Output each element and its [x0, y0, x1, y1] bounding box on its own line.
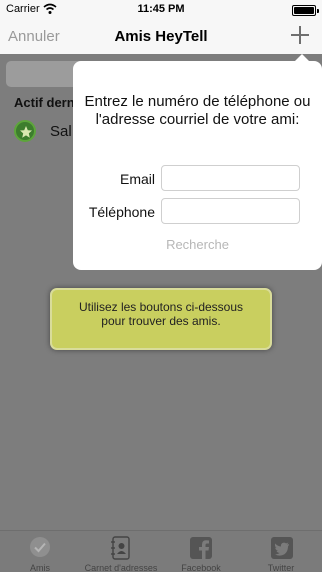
search-button[interactable]: Recherche [73, 237, 322, 252]
navigation-bar: Annuler Amis HeyTell [0, 20, 322, 54]
plus-icon[interactable] [290, 25, 310, 45]
facebook-icon [190, 537, 212, 559]
clock: 11:45 PM [137, 3, 185, 15]
hint-text: Utilisez les boutons ci-dessous pour tro… [78, 300, 244, 328]
tab-label-twitter: Twitter [267, 563, 295, 572]
tab-address-book[interactable]: Carnet d'adresses [80, 531, 162, 572]
star-icon [14, 120, 36, 142]
tab-label-facebook: Facebook [181, 563, 221, 572]
address-book-icon [111, 536, 130, 560]
battery-icon [292, 5, 319, 16]
tab-bar: Amis Carnet d'adresses Facebook Twitter [0, 530, 322, 572]
friend-name: Sal [50, 123, 72, 140]
email-label: Email [119, 171, 155, 187]
tab-facebook[interactable]: Facebook [162, 531, 240, 572]
email-field[interactable] [161, 165, 300, 191]
page-title: Amis HeyTell [114, 28, 208, 45]
tab-twitter[interactable]: Twitter [240, 531, 322, 572]
section-header-recent: Actif derni [14, 95, 79, 110]
status-bar: Carrier 11:45 PM [0, 0, 322, 20]
add-friend-prompt: Entrez le numéro de téléphone ou l'adres… [84, 93, 311, 128]
phone-field[interactable] [161, 198, 300, 224]
tab-label-amis: Amis [30, 563, 50, 572]
hint-box: Utilisez les boutons ci-dessous pour tro… [50, 288, 272, 350]
tab-amis[interactable]: Amis [0, 531, 80, 572]
check-circle-icon [30, 537, 50, 557]
phone-label: Téléphone [88, 204, 155, 220]
popover-arrow [294, 54, 310, 62]
twitter-icon [271, 537, 293, 559]
tab-label-address-book: Carnet d'adresses [84, 563, 158, 572]
add-friend-popover: Entrez le numéro de téléphone ou l'adres… [73, 54, 322, 270]
